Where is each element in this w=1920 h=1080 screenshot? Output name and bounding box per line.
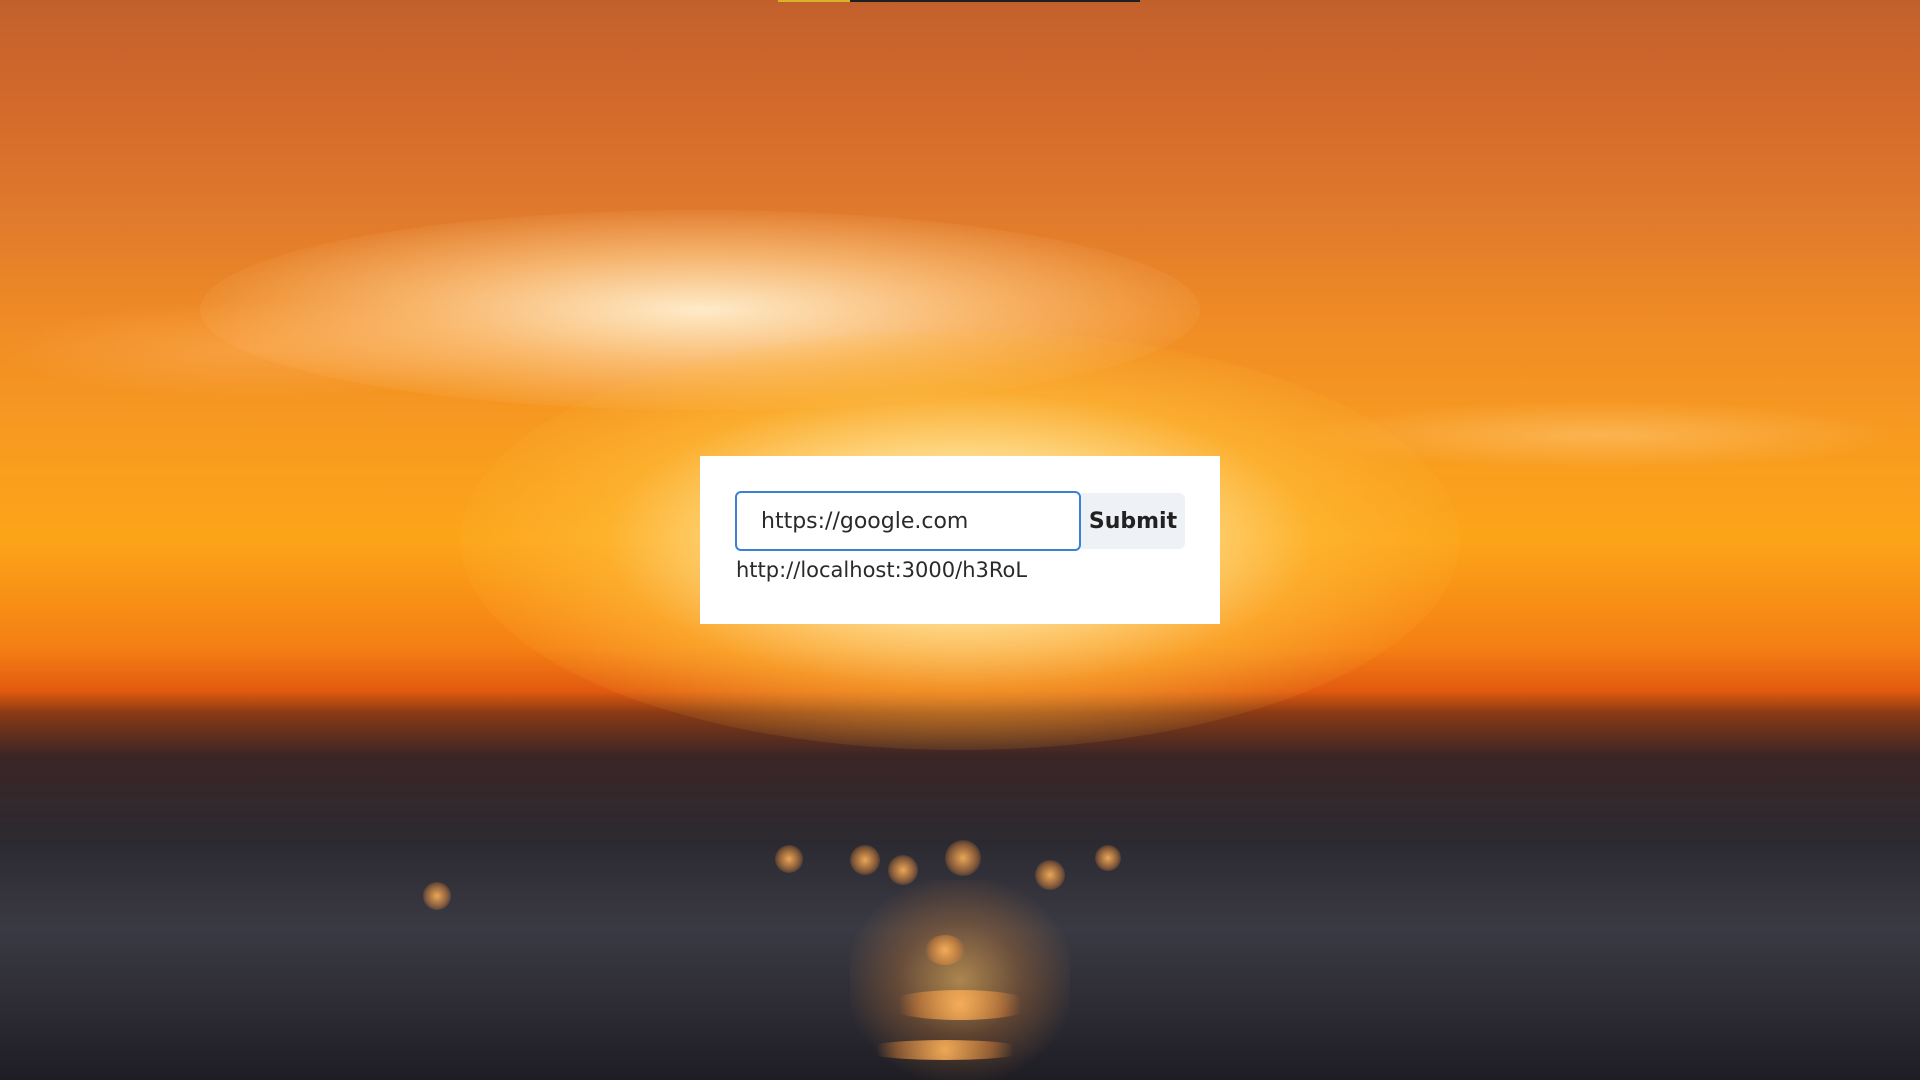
- bokeh-light: [1095, 845, 1121, 871]
- bokeh-light: [885, 990, 1035, 1020]
- url-input[interactable]: [735, 491, 1081, 551]
- shortened-url-text: http://localhost:3000/h3RoL: [736, 558, 1028, 582]
- top-progress-accent: [778, 0, 850, 2]
- top-progress-track: [850, 0, 1140, 2]
- bokeh-light: [850, 845, 880, 875]
- submit-button[interactable]: Submit: [1081, 493, 1185, 549]
- bokeh-light: [423, 882, 451, 910]
- bokeh-light: [775, 845, 803, 873]
- bokeh-light: [925, 935, 965, 965]
- bokeh-light: [860, 1040, 1030, 1060]
- bokeh-light: [1035, 860, 1065, 890]
- bokeh-light: [888, 855, 918, 885]
- url-shortener-card: Submit http://localhost:3000/h3RoL: [700, 456, 1220, 624]
- bokeh-light: [945, 840, 981, 876]
